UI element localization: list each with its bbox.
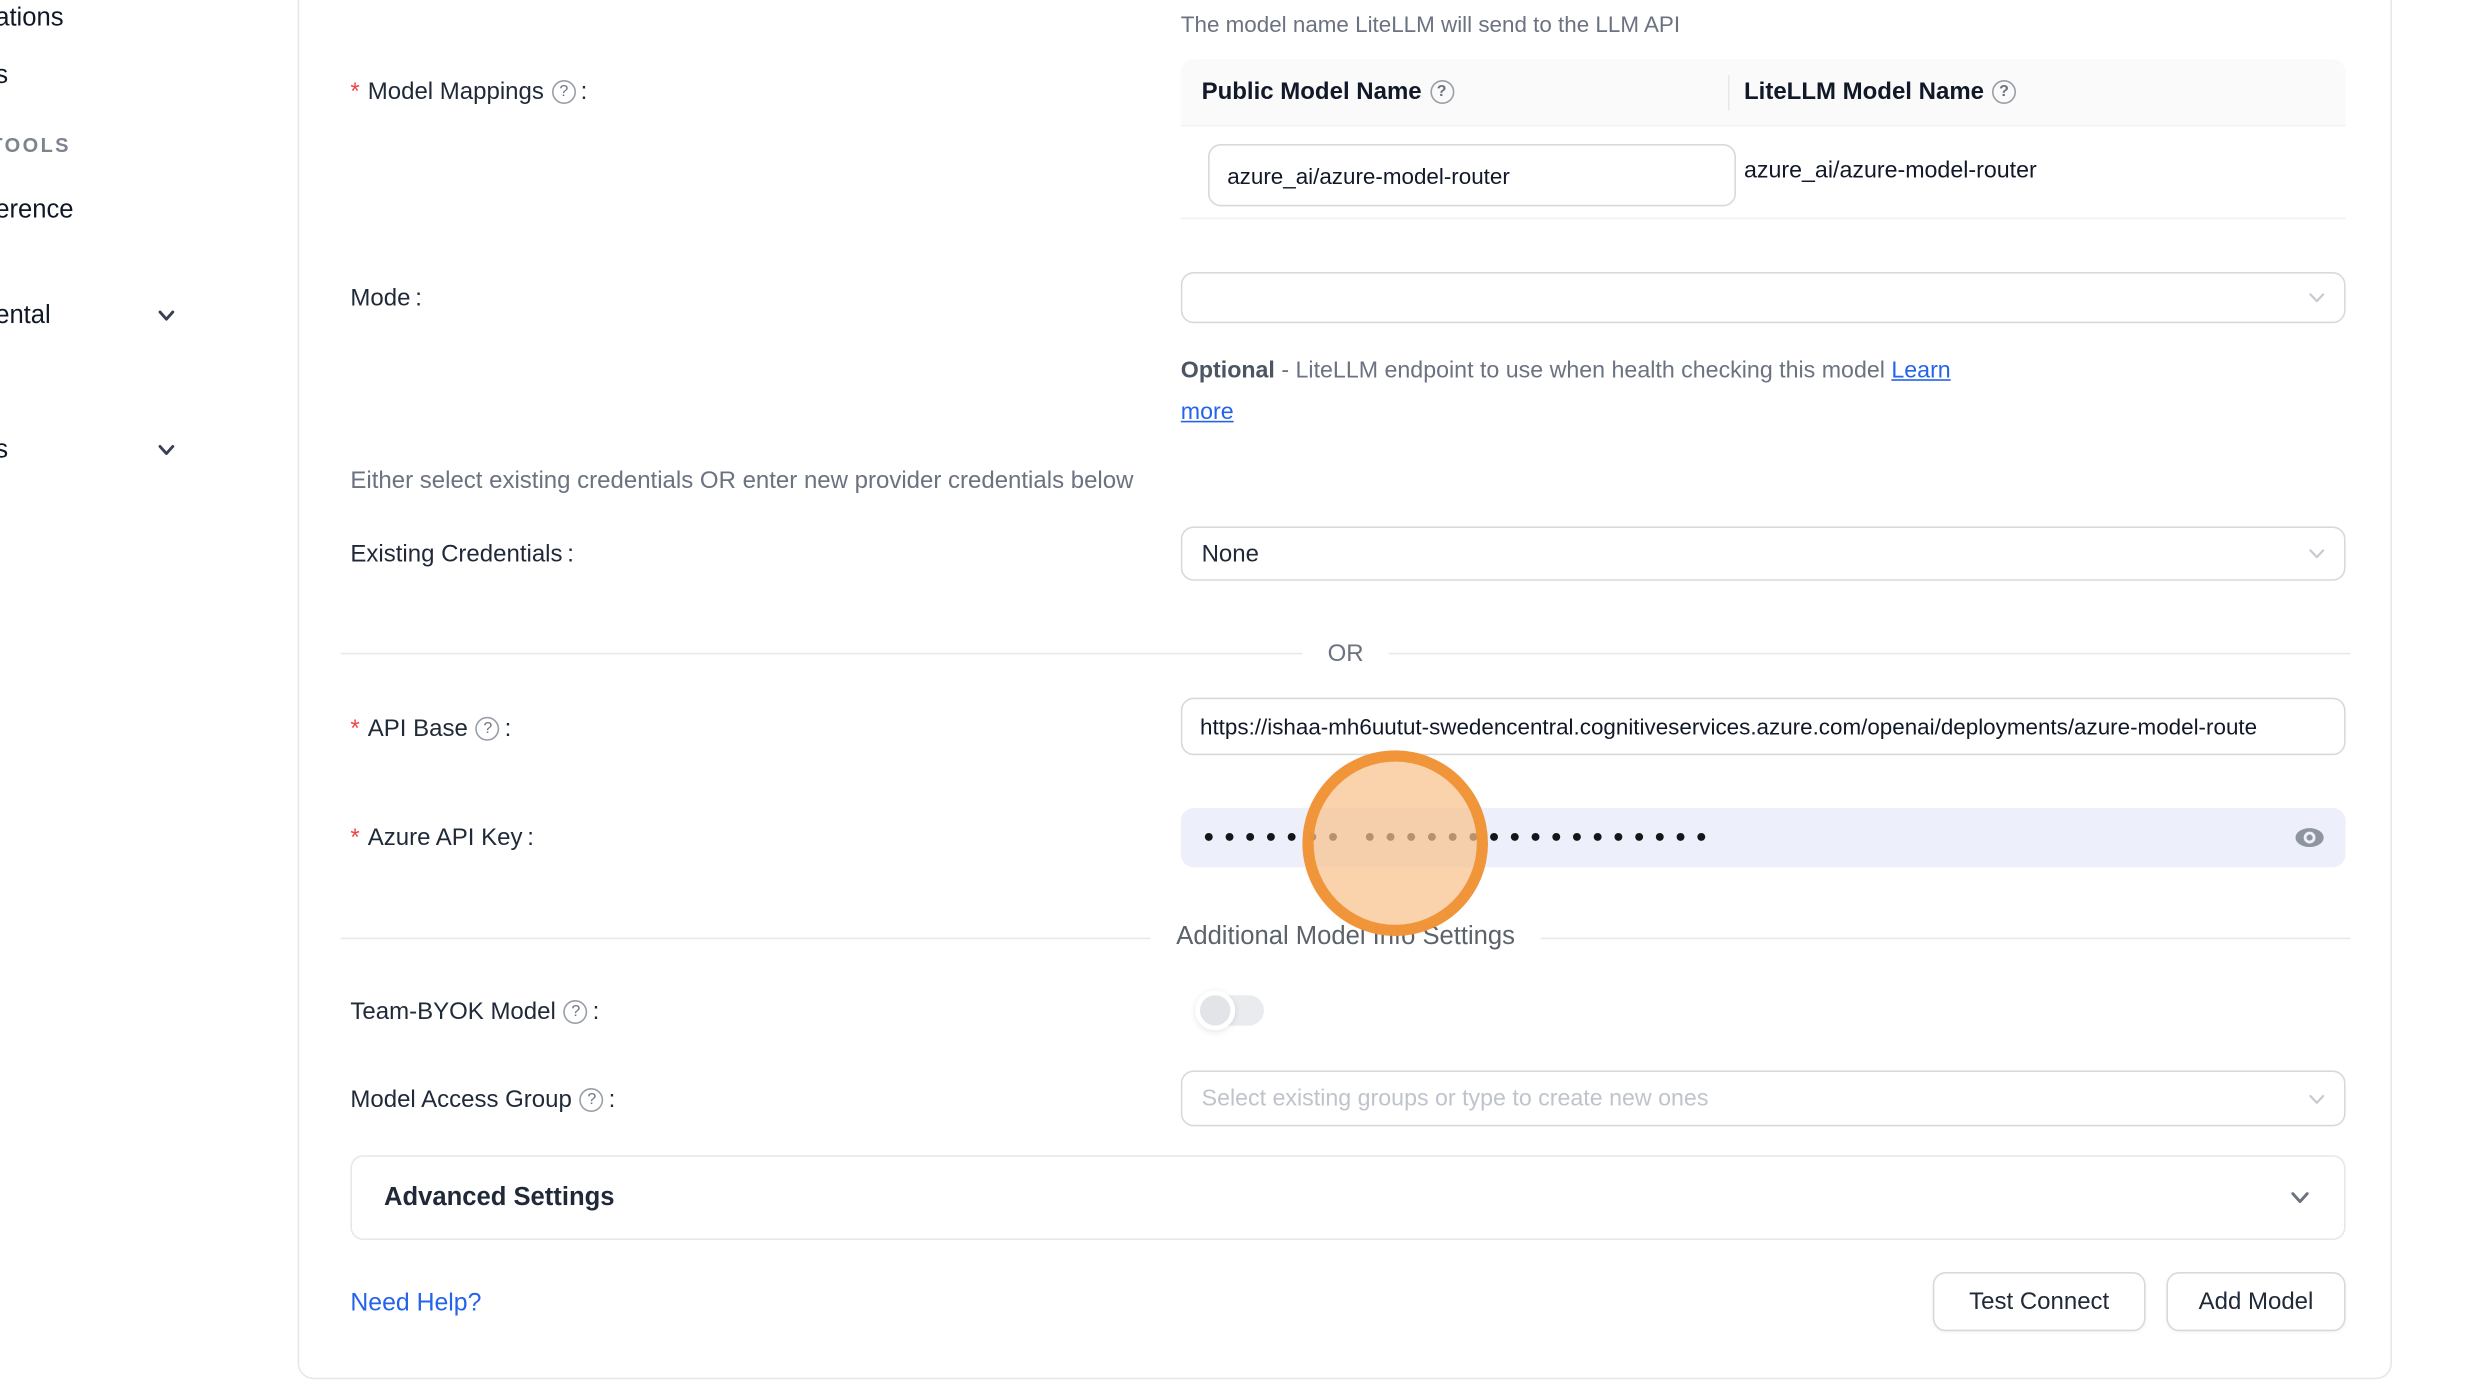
table-header: Public Model Name ? LiteLLM Model Name ? [1181,59,2346,126]
need-help-link[interactable]: Need Help? [350,1290,481,1319]
chevron-down-icon [2307,544,2326,563]
divider-line [1541,937,2351,939]
or-divider: OR [341,634,2351,672]
sidebar-item-ental[interactable]: ental [0,302,51,331]
team-byok-label: Team-BYOK Model ? : [350,992,599,1030]
team-byok-toggle[interactable] [1203,995,1264,1025]
public-model-name-input[interactable]: azure_ai/azure-model-router [1208,144,1736,206]
required-mark: * [350,823,359,850]
sidebar-item-erence[interactable]: erence [0,197,73,226]
model-access-group-select[interactable]: Select existing groups or type to create… [1181,1070,2346,1126]
model-mappings-table: Public Model Name ? LiteLLM Model Name ?… [1181,59,2346,219]
help-icon[interactable]: ? [1992,80,2016,104]
litellm-model-name-value: azure_ai/azure-model-router [1744,158,2037,184]
help-icon[interactable]: ? [580,1087,604,1111]
existing-credentials-label: Existing Credentials : [350,534,574,572]
column-header-public-model-name: Public Model Name ? [1181,78,1728,105]
mode-label: Mode : [350,278,422,316]
sidebar-item-s2[interactable]: s [0,437,8,466]
sidebar-item-s1[interactable]: s [0,62,8,91]
divider-line [341,652,1302,654]
chevron-down-icon [155,438,177,460]
help-icon[interactable]: ? [552,79,576,103]
divider-line [341,937,1151,939]
api-base-input[interactable]: https://ishaa-mh6uutut-swedencentral.cog… [1181,698,2346,756]
mode-hint: Optional - LiteLLM endpoint to use when … [1181,352,2007,434]
chevron-down-icon [2288,1186,2312,1210]
model-access-group-label: Model Access Group ? : [350,1080,615,1118]
help-icon[interactable]: ? [476,716,500,740]
api-base-label: * API Base ? : [350,709,511,747]
add-model-button[interactable]: Add Model [2166,1272,2345,1331]
azure-api-key-label: * Azure API Key : [350,818,534,856]
help-icon[interactable]: ? [1430,80,1454,104]
test-connect-button[interactable]: Test Connect [1933,1272,2146,1331]
existing-credentials-select[interactable]: None [1181,526,2346,580]
column-divider [1728,75,1730,110]
help-icon[interactable]: ? [564,999,588,1023]
mode-select[interactable] [1181,272,2346,323]
table-row: azure_ai/azure-model-router azure_ai/azu… [1181,126,2346,219]
required-mark: * [350,714,359,741]
eye-icon[interactable] [2294,822,2324,852]
additional-settings-divider: Additional Model Info Settings [341,917,2351,959]
column-header-litellm-model-name: LiteLLM Model Name ? [1728,78,2016,105]
sidebar-item-ations[interactable]: ations [0,5,64,34]
model-mappings-label: * Model Mappings ? : [350,72,587,110]
add-model-form-page: ations s TOOLS erence ental s The model … [0,0,2477,1385]
chevron-down-icon [2307,1089,2326,1108]
divider-line [1389,652,2350,654]
select-placeholder: Select existing groups or type to create… [1202,1086,1709,1112]
sidebar-section-tools: TOOLS [0,134,71,156]
credentials-hint: Either select existing credentials OR en… [350,467,1133,494]
required-mark: * [350,78,359,105]
chevron-down-icon [155,304,177,326]
chevron-down-icon [2307,288,2326,307]
toggle-knob [1195,990,1235,1030]
advanced-settings-title: Advanced Settings [384,1183,614,1212]
click-indicator [1302,750,1488,936]
advanced-settings-panel[interactable]: Advanced Settings [350,1155,2345,1240]
model-name-hint: The model name LiteLLM will send to the … [1181,11,1680,37]
